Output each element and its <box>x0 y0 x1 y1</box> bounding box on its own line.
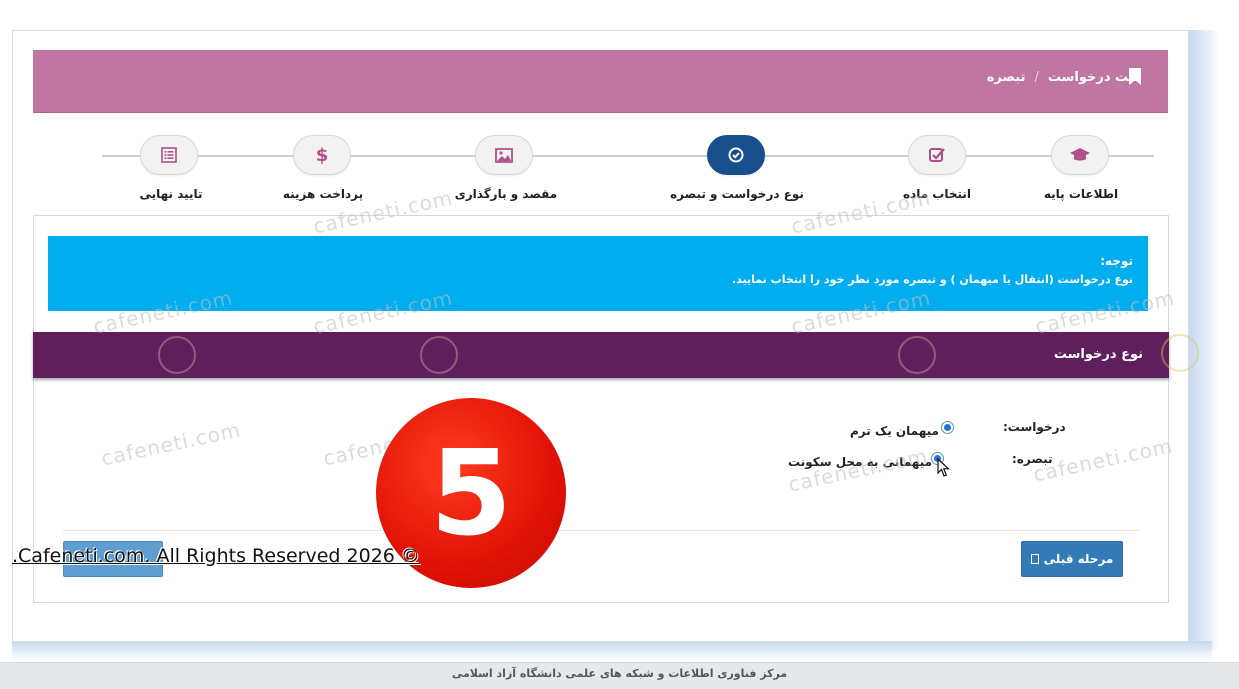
step-label-destination-upload: مقصد و بارگذاری <box>454 187 558 201</box>
footer-text: مرکز فناوری اطلاعات و شبکه های علمی دانش… <box>451 667 788 680</box>
request-option-label[interactable]: میهمان یک ترم <box>850 424 939 438</box>
arrow-icon <box>1030 554 1039 564</box>
breadcrumb: ثبت درخواست / تبصره <box>987 70 1139 85</box>
check-circle-icon <box>728 147 744 163</box>
check-square-icon <box>929 148 945 162</box>
step-payment[interactable]: $ <box>293 135 351 175</box>
form-divider <box>63 530 1140 531</box>
watermark-logo-icon <box>158 336 196 374</box>
step-request-type[interactable] <box>707 135 765 175</box>
breadcrumb-title: ثبت درخواست <box>1047 70 1139 85</box>
page-shadow-bottom <box>12 641 1212 661</box>
section-title: نوع درخواست <box>1053 347 1143 362</box>
previous-step-label: مرحله قبلی <box>1043 552 1114 566</box>
step-final-confirm[interactable] <box>140 135 198 175</box>
step-label-payment: پرداخت هزینه <box>282 187 364 201</box>
image-icon <box>495 147 513 163</box>
request-label: درخواست: <box>1003 420 1066 434</box>
dollar-icon: $ <box>315 144 329 166</box>
request-radio[interactable] <box>941 421 954 434</box>
step-basic-info[interactable] <box>1051 135 1109 175</box>
watermark-logo-icon <box>898 336 936 374</box>
notice-text: نوع درخواست (انتقال یا میهمان ) و تبصره … <box>732 273 1133 286</box>
step-destination-upload[interactable] <box>475 135 533 175</box>
list-icon <box>161 147 177 163</box>
copyright-text: .Cafeneti.com. All Rights Reserved 2026 … <box>12 545 420 567</box>
step-label-request-type: نوع درخواست و تبصره <box>670 187 804 201</box>
previous-step-button[interactable]: مرحله قبلی <box>1021 541 1123 577</box>
watermark-logo-icon <box>1161 334 1199 372</box>
mouse-cursor-icon <box>937 458 950 477</box>
breadcrumb-separator: / <box>1034 70 1039 85</box>
step-label-final-confirm: تایید نهایی <box>139 187 203 201</box>
section-header <box>33 332 1169 378</box>
step-select-article[interactable] <box>908 135 966 175</box>
step-label-basic-info: اطلاعات پایه <box>1043 187 1119 201</box>
wizard-line <box>102 155 1154 157</box>
watermark-logo-icon <box>420 336 458 374</box>
breadcrumb-current: تبصره <box>986 70 1026 85</box>
graduation-cap-icon <box>1070 148 1090 161</box>
notice-title: توجه: <box>1100 254 1133 268</box>
